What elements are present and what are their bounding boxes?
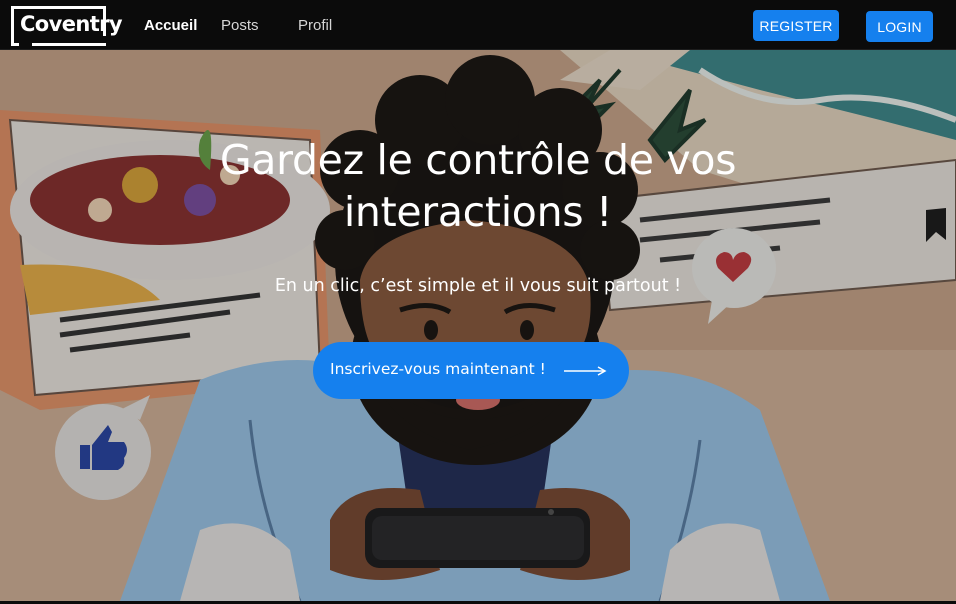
- brand-logo[interactable]: Coventry: [11, 6, 123, 46]
- top-navbar: Coventry Accueil Posts Profil REGISTER L…: [0, 0, 956, 50]
- register-button[interactable]: REGISTER: [753, 10, 839, 41]
- hero-title: Gardez le contrôle de vos interactions !: [219, 136, 737, 236]
- nav-link-accueil[interactable]: Accueil: [144, 17, 197, 34]
- hero-section: [0, 50, 956, 601]
- hero-subtitle: En un clic, c’est simple et il vous suit…: [274, 276, 682, 296]
- brand-name: Coventry: [20, 12, 123, 36]
- nav-link-profil[interactable]: Profil: [298, 17, 332, 34]
- logo-frame-bottom-left: [11, 43, 19, 46]
- signup-cta-label: Inscrivez-vous maintenant !: [330, 360, 546, 378]
- nav-link-posts[interactable]: Posts: [221, 17, 259, 34]
- signup-cta-button[interactable]: Inscrivez-vous maintenant !: [313, 342, 629, 399]
- hero-overlay: [0, 50, 956, 601]
- login-button[interactable]: LOGIN: [866, 11, 933, 42]
- arrow-right-icon: [563, 364, 607, 382]
